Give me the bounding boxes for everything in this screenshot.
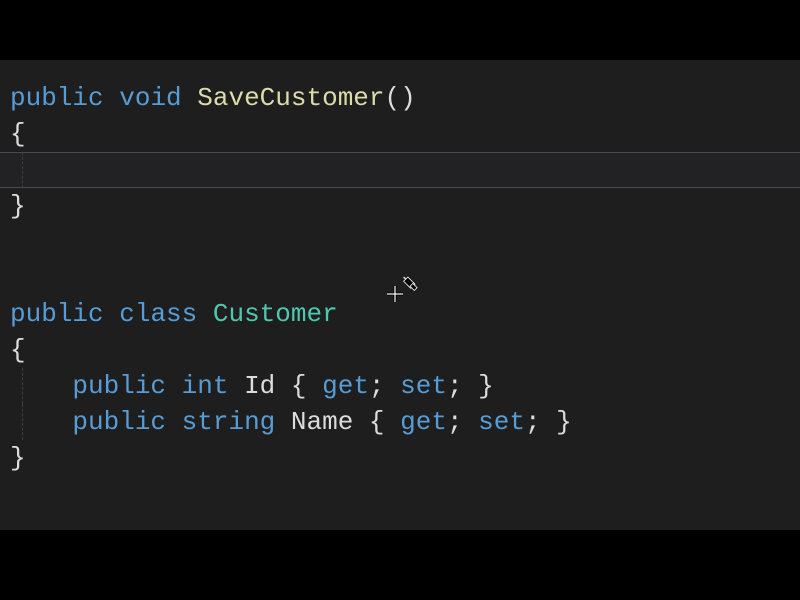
keyword: set: [478, 407, 525, 437]
keyword: string: [182, 407, 276, 437]
brace: ; }: [525, 407, 572, 437]
brace: }: [10, 443, 26, 473]
code-line[interactable]: public void SaveCustomer(): [10, 80, 800, 116]
code-line[interactable]: {: [10, 332, 800, 368]
code-line[interactable]: [10, 260, 800, 296]
semicolon: ;: [369, 371, 400, 401]
keyword: public: [10, 83, 104, 113]
type-name: Customer: [213, 299, 338, 329]
space: [166, 371, 182, 401]
space: [275, 407, 291, 437]
space: [104, 299, 120, 329]
keyword: public: [72, 371, 166, 401]
brace: ; }: [447, 371, 494, 401]
space: [166, 407, 182, 437]
semicolon: ;: [447, 407, 478, 437]
brace: }: [10, 191, 26, 221]
brace: {: [275, 371, 322, 401]
code-line[interactable]: public class Customer: [10, 296, 800, 332]
brace: {: [353, 407, 400, 437]
code-line[interactable]: }: [10, 188, 800, 224]
code-line[interactable]: public int Id { get; set; }: [10, 368, 800, 404]
brace: {: [10, 335, 26, 365]
keyword: public: [10, 299, 104, 329]
code-line[interactable]: {: [10, 116, 800, 152]
brace: {: [10, 119, 26, 149]
space: [104, 83, 120, 113]
code-editor[interactable]: public void SaveCustomer() { } public cl…: [0, 60, 800, 530]
space: [182, 83, 198, 113]
code-line[interactable]: public string Name { get; set; }: [10, 404, 800, 440]
keyword: get: [400, 407, 447, 437]
keyword: void: [119, 83, 181, 113]
keyword: class: [119, 299, 197, 329]
whitespace: [10, 155, 72, 185]
space: [197, 299, 213, 329]
keyword: get: [322, 371, 369, 401]
code-line[interactable]: }: [10, 440, 800, 476]
method-name: SaveCustomer: [197, 83, 384, 113]
indent: [10, 371, 72, 401]
indent: [10, 407, 72, 437]
keyword: set: [400, 371, 447, 401]
parentheses: (): [385, 83, 416, 113]
keyword: public: [72, 407, 166, 437]
code-line[interactable]: [10, 152, 800, 188]
code-line[interactable]: [10, 224, 800, 260]
space: [228, 371, 244, 401]
keyword: int: [182, 371, 229, 401]
identifier: Id: [244, 371, 275, 401]
identifier: Name: [291, 407, 353, 437]
